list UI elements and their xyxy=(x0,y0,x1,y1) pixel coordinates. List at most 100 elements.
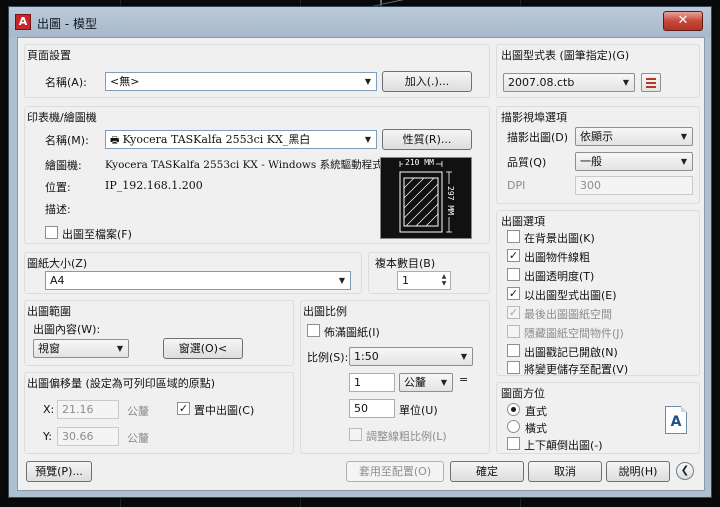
shade-plot-label: 描影出圖(D) xyxy=(507,131,569,144)
scale-lineweights-checkbox[interactable] xyxy=(349,428,362,441)
plot-area-group: 出圖範圍 出圖內容(W): 視窗 ▼ 窗選(O)< xyxy=(24,300,294,366)
scale-drawing-units-field[interactable]: 50 xyxy=(349,399,395,418)
shade-plot-dropdown[interactable]: 依顯示 ▼ xyxy=(575,127,693,146)
save-changes-to-layout-label: 將變更儲存至配置(V) xyxy=(524,363,629,376)
plot-scale-title: 出圖比例 xyxy=(303,305,347,318)
preview-button[interactable]: 預覽(P)... xyxy=(26,461,92,482)
paper-preview-graphic xyxy=(399,161,452,233)
scale-paper-units-field[interactable]: 1 xyxy=(349,373,395,392)
paper-size-group: 圖紙大小(Z) A4 ▼ xyxy=(24,252,362,294)
plot-lineweights-checkbox[interactable]: ✓ xyxy=(507,249,520,262)
quality-label: 品質(Q) xyxy=(507,156,547,169)
what-to-plot-dropdown[interactable]: 視窗 ▼ xyxy=(33,339,129,358)
window-title: 出圖 - 模型 xyxy=(37,17,97,31)
help-button[interactable]: 說明(H) xyxy=(606,461,670,482)
printer-plotter-title: 印表機/繪圖機 xyxy=(27,111,97,124)
plot-transparency-checkbox[interactable] xyxy=(507,268,520,281)
plot-lineweights-label: 出圖物件線粗 xyxy=(524,251,590,264)
paper-size-value: A4 xyxy=(50,274,65,287)
shaded-viewport-title: 描影視埠選項 xyxy=(501,111,567,124)
window-select-button[interactable]: 窗選(O)< xyxy=(163,338,243,359)
plot-style-dropdown[interactable]: 2007.08.ctb ▼ xyxy=(503,73,635,92)
plot-in-background-label: 在背景出圖(K) xyxy=(524,232,595,245)
scale-units-dropdown[interactable]: 公釐 ▼ xyxy=(399,373,453,392)
copies-spinner[interactable]: 1 ▲ ▼ xyxy=(397,271,451,290)
upside-down-checkbox[interactable] xyxy=(507,437,520,450)
printer-name-value: Kyocera TASKalfa 2553ci KX_黑白 xyxy=(122,133,311,146)
chevron-down-icon: ▼ xyxy=(460,352,468,361)
plot-options-group: 出圖選項 在背景出圖(K) ✓ 出圖物件線粗 出圖透明度(T) ✓ 以出圖型式出… xyxy=(496,210,700,376)
quality-dropdown[interactable]: 一般 ▼ xyxy=(575,152,693,171)
portrait-label: 直式 xyxy=(525,405,547,418)
printer-icon: 🖶 xyxy=(110,135,123,146)
edit-plot-style-icon[interactable] xyxy=(641,73,661,92)
orientation-letter: A xyxy=(670,414,682,430)
paper-height-label: 297 MM xyxy=(445,184,455,217)
dpi-label: DPI xyxy=(507,179,526,192)
chevron-down-icon: ▼ xyxy=(680,157,688,166)
chevron-down-icon: ▼ xyxy=(364,77,372,86)
page-setup-title: 頁面設置 xyxy=(27,49,71,62)
equals-sign: = xyxy=(459,373,469,386)
paper-size-dropdown[interactable]: A4 ▼ xyxy=(45,271,351,290)
offset-x-field[interactable]: 21.16 xyxy=(57,400,119,419)
chevron-down-icon: ▼ xyxy=(680,132,688,141)
fit-to-paper-label: 佈滿圖紙(I) xyxy=(324,326,380,339)
offset-y-label: Y: xyxy=(43,430,52,443)
printer-plotter-group: 印表機/繪圖機 名稱(M): 🖶 Kyocera TASKalfa 2553ci… xyxy=(24,106,490,244)
shaded-viewport-group: 描影視埠選項 描影出圖(D) 依顯示 ▼ 品質(Q) 一般 ▼ DPI 300 xyxy=(496,106,700,204)
dpi-field[interactable]: 300 xyxy=(575,176,693,195)
plot-stamp-checkbox[interactable] xyxy=(507,344,520,357)
plot-to-file-checkbox[interactable] xyxy=(45,226,58,239)
plot-stamp-label: 出圖戳記已開啟(N) xyxy=(524,346,618,359)
scale-value: 1:50 xyxy=(354,350,379,363)
plot-with-styles-checkbox[interactable]: ✓ xyxy=(507,287,520,300)
orientation-page-icon: A xyxy=(665,406,687,434)
center-plot-checkbox[interactable]: ✓ xyxy=(177,402,190,415)
plot-in-background-checkbox[interactable] xyxy=(507,230,520,243)
page-setup-name-dropdown[interactable]: <無> ▼ xyxy=(105,72,377,91)
collapse-options-icon[interactable]: ❮ xyxy=(676,462,694,480)
scale-label: 比例(S): xyxy=(307,351,349,364)
title-bar[interactable]: A 出圖 - 模型 ✕ xyxy=(9,7,711,37)
drawing-orientation-group: 圖面方位 直式 橫式 上下顛倒出圖(-) A xyxy=(496,382,700,454)
portrait-radio[interactable] xyxy=(507,403,520,416)
close-button[interactable]: ✕ xyxy=(663,11,703,31)
chevron-down-icon: ▼ xyxy=(440,378,448,387)
hide-paperspace-objects-checkbox[interactable] xyxy=(507,325,520,338)
hide-paperspace-objects-label: 隱藏圖紙空間物件(J) xyxy=(524,327,624,340)
plot-options-title: 出圖選項 xyxy=(501,215,545,228)
chevron-down-icon: ▼ xyxy=(338,276,346,285)
plotter-label: 繪圖機: xyxy=(45,159,82,172)
scale-dropdown[interactable]: 1:50 ▼ xyxy=(349,347,473,366)
chevron-down-icon: ▼ xyxy=(364,135,372,144)
landscape-label: 橫式 xyxy=(525,422,547,435)
offset-y-field[interactable]: 30.66 xyxy=(57,427,119,446)
spin-arrows-icon[interactable]: ▲ ▼ xyxy=(439,273,449,288)
dialog-client-area: 頁面設置 名稱(A): <無> ▼ 加入(.)... 印表機/繪圖機 名稱(M)… xyxy=(17,37,705,491)
printer-properties-button[interactable]: 性質(R)... xyxy=(382,129,472,150)
paper-width-label: 210 MM xyxy=(403,158,436,167)
plot-paperspace-last-label: 最後出圖圖紙空間 xyxy=(524,308,612,321)
plot-with-styles-label: 以出圖型式出圖(E) xyxy=(524,289,617,302)
save-changes-to-layout-checkbox[interactable] xyxy=(507,361,520,374)
offset-y-unit: 公釐 xyxy=(127,432,149,445)
copies-value: 1 xyxy=(402,274,409,287)
landscape-radio[interactable] xyxy=(507,420,520,433)
printer-name-dropdown[interactable]: 🖶 Kyocera TASKalfa 2553ci KX_黑白 ▼ xyxy=(105,130,377,149)
fit-to-paper-checkbox[interactable] xyxy=(307,324,320,337)
plot-offset-group: 出圖偏移量 (設定為可列印區域的原點) X: 21.16 公釐 ✓ 置中出圖(C… xyxy=(24,372,294,454)
description-label: 描述: xyxy=(45,203,71,216)
plot-paperspace-last-checkbox[interactable]: ✓ xyxy=(507,306,520,319)
quality-value: 一般 xyxy=(580,155,602,168)
plot-style-table-group: 出圖型式表 (圖筆指定)(G) 2007.08.ctb ▼ xyxy=(496,44,700,98)
plot-offset-title: 出圖偏移量 (設定為可列印區域的原點) xyxy=(27,377,216,390)
plot-scale-group: 出圖比例 佈滿圖紙(I) 比例(S): 1:50 ▼ 1 公釐 ▼ = 50 單… xyxy=(300,300,490,454)
ok-button[interactable]: 確定 xyxy=(450,461,524,482)
plot-style-table-title: 出圖型式表 (圖筆指定)(G) xyxy=(501,49,630,62)
drawing-orientation-title: 圖面方位 xyxy=(501,387,545,400)
apply-to-layout-button[interactable]: 套用至配置(O) xyxy=(346,461,444,482)
add-page-setup-button[interactable]: 加入(.)... xyxy=(382,71,472,92)
drawing-units-label: 單位(U) xyxy=(399,404,438,417)
cancel-button[interactable]: 取消 xyxy=(528,461,602,482)
